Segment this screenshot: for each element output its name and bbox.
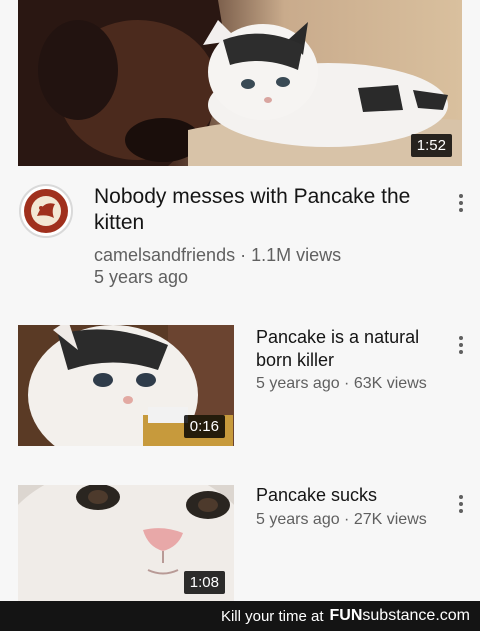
channel-logo-icon <box>24 189 68 233</box>
watermark-brand-rest: substance.com <box>362 607 470 624</box>
view-count: 63K views <box>353 375 427 392</box>
related-video-thumbnail[interactable]: 0:16 <box>18 325 234 446</box>
meta-separator: · <box>339 511 354 528</box>
upload-age: 5 years ago <box>256 511 340 528</box>
view-count: 27K views <box>353 511 427 528</box>
related-video-thumbnail[interactable]: 1:08 <box>18 485 234 601</box>
related-video-meta: 5 years ago · 63K views <box>256 374 456 394</box>
duration-badge: 0:16 <box>183 415 225 438</box>
main-video-title[interactable]: Nobody messes with Pancake the kitten <box>94 184 414 236</box>
kitten-and-dog-image <box>18 0 462 166</box>
meta-separator: · <box>339 375 354 392</box>
more-options-icon[interactable] <box>453 333 469 357</box>
view-count: 1.1M views <box>251 245 342 265</box>
upload-age: 5 years ago <box>94 267 189 287</box>
related-video-meta: 5 years ago · 27K views <box>256 510 456 530</box>
channel-name[interactable]: camelsandfriends <box>94 245 235 265</box>
watermark-brand-bold: FUN <box>329 607 363 624</box>
watermark-bar: Kill your time at FUNsubstance.com <box>0 601 480 631</box>
watermark-prefix: Kill your time at <box>220 607 324 625</box>
more-options-icon[interactable] <box>453 492 469 516</box>
main-video-meta: camelsandfriends · 1.1M views 5 years ag… <box>94 244 424 288</box>
meta-separator: · <box>235 245 252 265</box>
main-video-thumbnail[interactable]: 1:52 <box>18 0 462 166</box>
duration-badge: 1:52 <box>410 134 452 157</box>
video-feed: 1:52 Nobody messes with Pancake the kitt… <box>0 0 480 601</box>
more-options-icon[interactable] <box>453 191 469 215</box>
duration-badge: 1:08 <box>183 571 225 594</box>
related-video-title[interactable]: Pancake is a natural born killer <box>256 326 446 372</box>
channel-avatar[interactable] <box>19 184 73 238</box>
watermark-brand: FUNsubstance.com <box>330 607 471 625</box>
upload-age: 5 years ago <box>256 375 340 392</box>
related-video-title[interactable]: Pancake sucks <box>256 484 446 507</box>
